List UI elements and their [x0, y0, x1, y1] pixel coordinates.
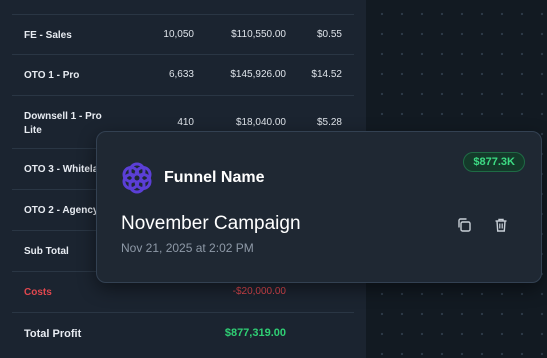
total-profit-row: Total Profit $877,319.00 [12, 313, 354, 353]
delete-button[interactable] [490, 214, 512, 236]
row-name: Total Profit [24, 328, 82, 340]
table-row-top-partial [12, 0, 354, 15]
trash-icon [495, 218, 507, 232]
funnel-name-label: Funnel Name [164, 169, 265, 186]
campaign-name: November Campaign [121, 213, 301, 234]
profit-badge: $877.3K [463, 152, 525, 172]
row-per-unit: $5.28 [316, 117, 342, 128]
row-revenue: $110,550.00 [231, 29, 286, 40]
row-per-unit: $14.52 [311, 69, 342, 80]
row-name: FE - Sales [24, 30, 72, 41]
funnel-card[interactable]: $877.3K Funnel Name November Campaign No… [96, 131, 542, 283]
copy-button[interactable] [453, 214, 475, 236]
campaign-date: Nov 21, 2025 at 2:02 PM [121, 241, 254, 255]
row-per-unit: $0.55 [316, 29, 342, 40]
table-row: OTO 1 - Pro 6,633 $145,926.00 $14.52 [12, 55, 354, 96]
costs-value: -$20,000.00 [232, 286, 286, 297]
row-revenue: $145,926.00 [230, 69, 286, 80]
row-name: OTO 3 - Whitela [24, 164, 99, 175]
row-name: Sub Total [24, 246, 69, 257]
row-name: OTO 2 - Agency [24, 205, 99, 216]
row-count: 10,050 [163, 29, 194, 40]
row-count: 6,633 [168, 69, 194, 80]
hexagon-flower-icon [121, 162, 153, 194]
copy-icon [458, 218, 471, 232]
row-count: 410 [177, 117, 194, 128]
row-name: Costs [24, 287, 52, 298]
row-revenue: $18,040.00 [235, 117, 286, 128]
row-name: OTO 1 - Pro [24, 70, 80, 81]
total-profit-value: $877,319.00 [224, 327, 286, 339]
table-row: FE - Sales 10,050 $110,550.00 $0.55 [12, 14, 354, 55]
